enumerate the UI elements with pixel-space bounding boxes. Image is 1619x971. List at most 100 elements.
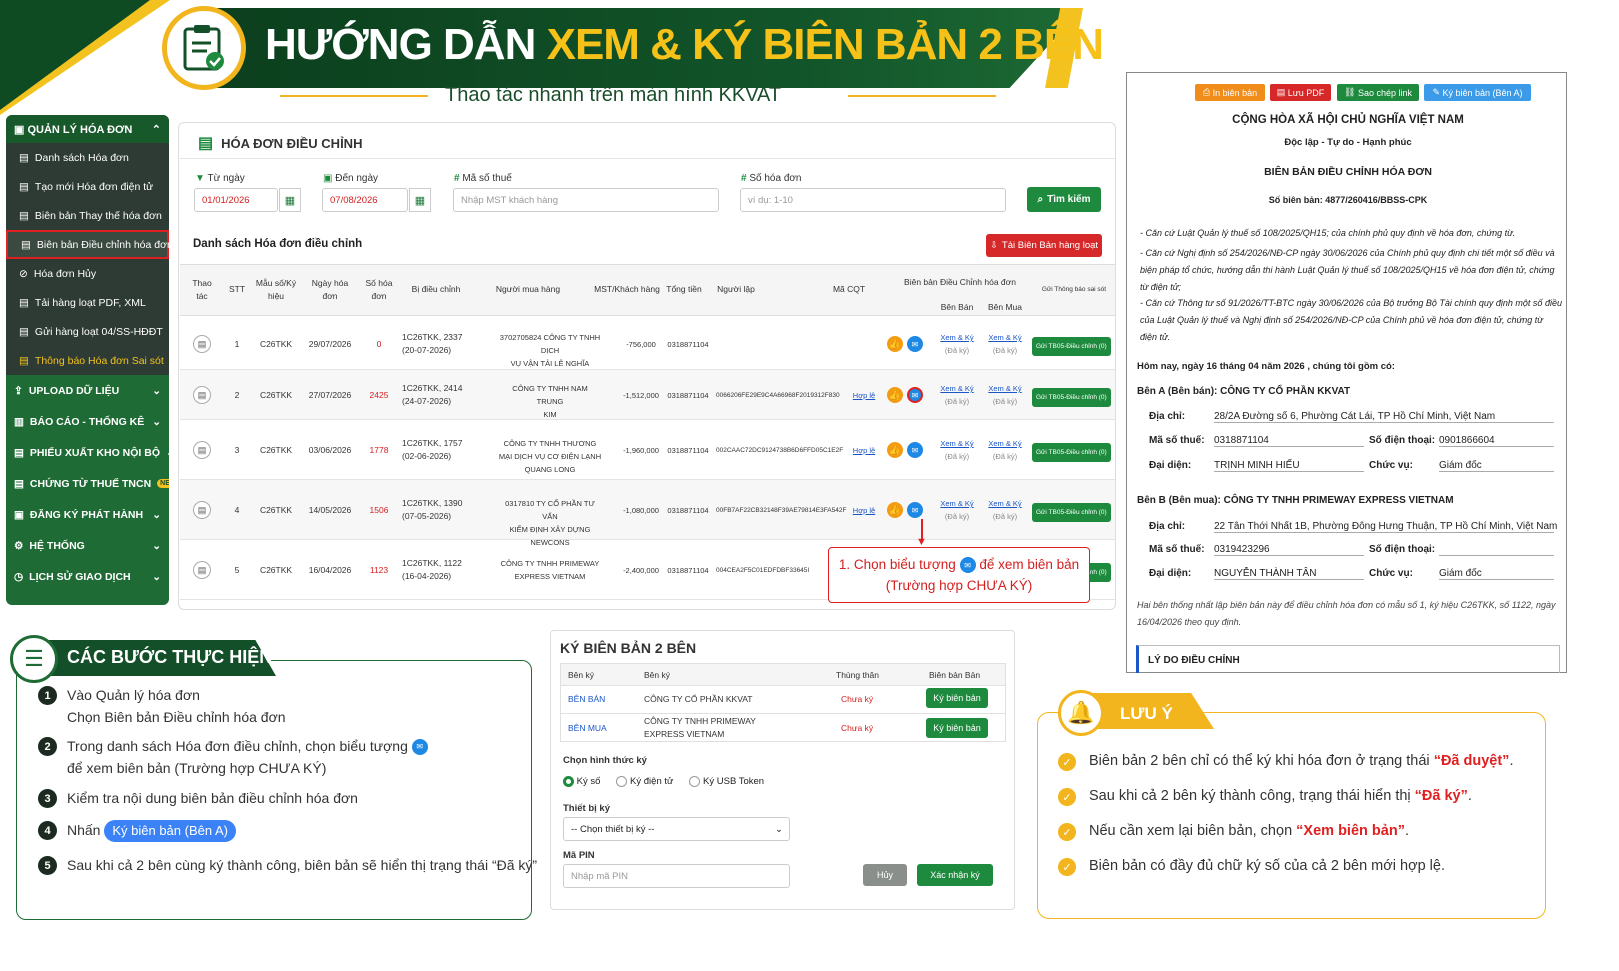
sidebar-section-register[interactable]: ▣ ĐĂNG KÝ PHÁT HÀNH ⌄ — [6, 499, 169, 530]
from-date-input[interactable]: 01/01/2026 — [194, 188, 278, 212]
print-button[interactable]: ⎙ In biên bản — [1195, 84, 1265, 101]
invoice-number-input[interactable]: ví dụ: 1-10 — [740, 188, 1006, 212]
label: Mã số thuế: — [1149, 435, 1205, 446]
sidebar-item-invoice-list[interactable]: ▤ Danh sách Hóa đơn — [6, 143, 169, 172]
notify-button[interactable]: Gửi TB05-Điều chỉnh (0) — [1032, 388, 1111, 407]
view-icon[interactable]: ▤ — [193, 386, 211, 404]
cell-valid[interactable]: Hợp lệ — [850, 444, 878, 457]
view-sign-link[interactable]: Xem & Ký — [988, 439, 1021, 448]
sidebar-section-warehouse[interactable]: ▤PHIẾU XUẤT KHO NỘI BỘ⌄ — [6, 437, 169, 468]
print-icon: ⎙ — [1202, 87, 1211, 97]
notify-button[interactable]: Gửi TB05-Điều chỉnh (0) — [1032, 337, 1111, 356]
thumb-up-icon[interactable]: 👍 — [887, 336, 903, 352]
view-sign-link[interactable]: Xem & Ký — [940, 439, 973, 448]
view-sign-link[interactable]: Xem & Ký — [940, 499, 973, 508]
tax-code-input[interactable]: Nhập MST khách hàng — [453, 188, 719, 212]
mail-icon[interactable]: ✉ — [907, 387, 923, 403]
method-digital[interactable]: Ký số — [563, 776, 600, 787]
sidebar-item-adjust-record[interactable]: ▤ Biên bản Điều chỉnh hóa đơn — [6, 230, 169, 259]
chevron-down-icon: ⌄ — [152, 384, 161, 397]
device-select[interactable]: -- Chọn thiết bị ký -- ⌄ — [563, 817, 790, 841]
cancel-button[interactable]: Hủy — [863, 864, 907, 886]
col-mst: MST/Khách hàng — [594, 284, 660, 294]
col-action: Thao tác — [192, 278, 212, 301]
chevron-down-icon: ⌄ — [775, 823, 783, 835]
view-sign-link[interactable]: Xem & Ký — [988, 499, 1021, 508]
sidebar-item-replace-record[interactable]: ▤ Biên bản Thay thế hóa đơn — [6, 201, 169, 230]
sign-buyer-button[interactable]: Ký biên bản — [926, 718, 988, 738]
copy-link-button[interactable]: ⛓ Sao chép link — [1337, 84, 1419, 101]
method-electronic[interactable]: Ký điện tử — [616, 776, 673, 787]
view-sign-link[interactable]: Xem & Ký — [988, 333, 1021, 342]
pin-label: Mã PIN — [563, 850, 595, 861]
sidebar-item-cancel-invoice[interactable]: ⊘ Hóa đơn Hủy — [6, 259, 169, 288]
view-icon[interactable]: ▤ — [193, 501, 211, 519]
col-status: Thùng thân — [836, 670, 880, 680]
cell-buyer: CÔNG TY TNHH NAM TRUNG — [512, 384, 588, 406]
cell-num: 0 — [376, 339, 382, 349]
sidebar-section-history[interactable]: ◷ LỊCH SỬ GIAO DỊCH ⌄ — [6, 561, 169, 592]
cell-stt: 2 — [234, 390, 240, 400]
sidebar-section-tax-cert[interactable]: ▤CHỨNG TỪ THUẾ TNCNNEW — [6, 468, 169, 499]
signed-status: (Đã ký) — [992, 397, 1018, 406]
signed-status: (Đã ký) — [992, 512, 1018, 521]
view-sign-link[interactable]: Xem & Ký — [988, 384, 1021, 393]
col-buyer: Người mua hàng — [495, 284, 561, 294]
view-icon[interactable]: ▤ — [193, 561, 211, 579]
status-text: Chưa ký — [841, 694, 874, 704]
thumb-up-icon[interactable]: 👍 — [887, 442, 903, 458]
search-button[interactable]: ⌕ Tìm kiếm — [1027, 187, 1101, 212]
mail-icon[interactable]: ✉ — [907, 336, 923, 352]
view-sign-link[interactable]: Xem & Ký — [940, 333, 973, 342]
sidebar-item-error-notice[interactable]: ▤ Thông báo Hóa đơn Sai sót — [6, 346, 169, 375]
label: Chức vụ: — [1369, 460, 1413, 471]
mail-icon[interactable]: ✉ — [907, 502, 923, 518]
view-sign-link[interactable]: Xem & Ký — [940, 384, 973, 393]
party-a-tax: 0318871104 — [1214, 435, 1364, 447]
cell-buyer: CÔNG TY TNHH PRIMEWAY — [500, 559, 600, 568]
cell-valid[interactable]: Hợp lệ — [850, 504, 878, 517]
signed-status: (Đã ký) — [944, 452, 970, 461]
sidebar-section-upload[interactable]: ⇪ UPLOAD DỮ LIỆU ⌄ — [6, 375, 169, 406]
sidebar-head-invoice[interactable]: ▣ QUẢN LÝ HÓA ĐƠN ⌃ — [6, 115, 169, 143]
mail-icon[interactable]: ✉ — [907, 442, 923, 458]
sign-seller-button[interactable]: Ký biên bản — [926, 688, 988, 708]
calendar-icon[interactable]: ▦ — [279, 188, 301, 212]
pin-input[interactable]: Nhập mã PIN — [563, 864, 790, 888]
chevron-down-icon: ⌄ — [152, 570, 161, 583]
col-cqt: Mã CQT — [832, 284, 866, 294]
cell-adjusted: 1C26TKK, 1122 — [402, 558, 462, 568]
view-icon[interactable]: ▤ — [193, 335, 211, 353]
cell-adjusted: 1C26TKK, 1757 — [402, 438, 463, 448]
bulk-download-button[interactable]: ⇩ Tải Biên Bản hàng loạt — [986, 234, 1102, 257]
sidebar-section-report[interactable]: ▥ BÁO CÁO - THỐNG KÊ ⌄ — [6, 406, 169, 437]
sidebar-item-create-invoice[interactable]: ▤ Tạo mới Hóa đơn điện tử — [6, 172, 169, 201]
party-b-phone — [1439, 544, 1554, 556]
certificate-icon: ▤ — [14, 477, 24, 490]
confirm-sign-button[interactable]: Xác nhận ký — [917, 864, 993, 886]
col-total: Tổng tiền — [666, 284, 702, 294]
save-pdf-button[interactable]: ▤ Lưu PDF — [1270, 84, 1331, 101]
thumb-up-icon[interactable]: 👍 — [887, 387, 903, 403]
notify-button[interactable]: Gửi TB05-Điều chỉnh (0) — [1032, 503, 1111, 522]
notify-button[interactable]: Gửi TB05-Điều chỉnh (0) — [1032, 443, 1111, 462]
cell-date: 14/05/2026 — [308, 505, 352, 515]
sidebar-item-bulk-download[interactable]: ▤ Tải hàng loạt PDF, XML — [6, 288, 169, 317]
warning-icon: ▤ — [19, 354, 29, 367]
calendar-icon[interactable]: ▦ — [409, 188, 431, 212]
sign-a-button[interactable]: ✎ Ký biên bản (Bên A) — [1424, 84, 1531, 101]
cell-buyer-2: VỤ VẬN TẢI LÊ NGHĨA — [510, 359, 590, 368]
sidebar-section-system[interactable]: ⚙ HỆ THỐNG ⌄ — [6, 530, 169, 561]
view-icon[interactable]: ▤ — [193, 441, 211, 459]
thumb-up-icon[interactable]: 👍 — [887, 502, 903, 518]
divider — [280, 95, 428, 97]
doc-party-b: Bên B (Bên mua): CÔNG TY TNHH PRIMEWAY E… — [1137, 495, 1454, 506]
cell-num: 1123 — [369, 565, 389, 575]
to-date-input[interactable]: 07/08/2026 — [322, 188, 408, 212]
method-usb-token[interactable]: Ký USB Token — [689, 776, 764, 787]
cell-valid[interactable]: Hợp lệ — [850, 389, 878, 402]
cell-date: 29/07/2026 — [308, 339, 352, 349]
cell-buyer: 0317810 TY CỔ PHẦN TƯ VẤN — [505, 499, 595, 521]
cell-adjusted-date: (16-04-2026) — [402, 571, 452, 581]
sidebar-item-bulk-send[interactable]: ▤ Gửi hàng loạt 04/SS-HĐĐT — [6, 317, 169, 346]
